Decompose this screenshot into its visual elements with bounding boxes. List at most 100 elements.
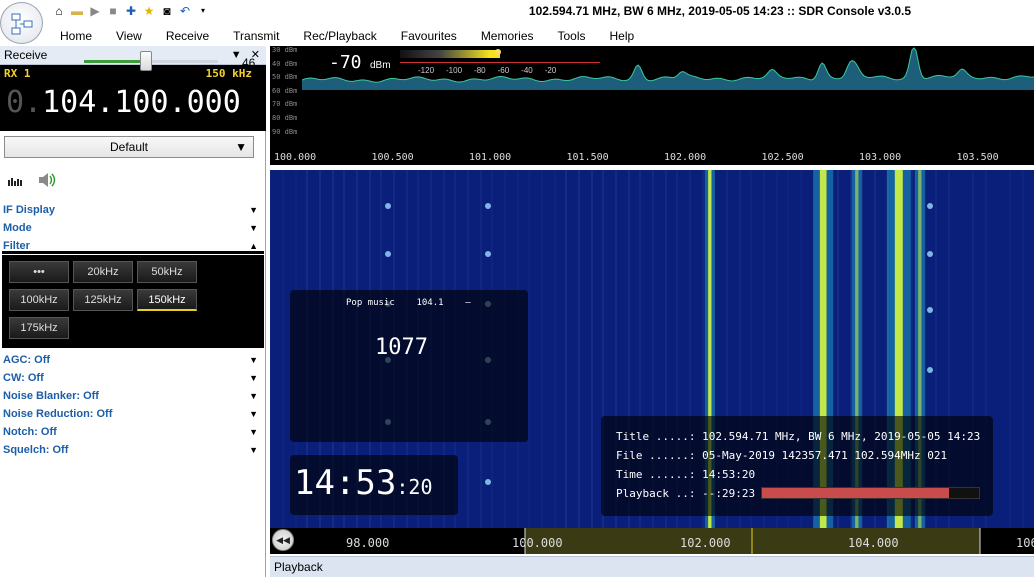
waterfall-blip (385, 251, 391, 257)
waterfall-blip (927, 251, 933, 257)
playback-status-bar: Playback (270, 556, 1034, 577)
playback-value: --:29:23 (702, 487, 756, 500)
playback-progress-bar[interactable] (761, 487, 980, 499)
network-icon (11, 13, 33, 35)
station-name: Pop music (346, 298, 395, 308)
title-value: 102.594.71 MHz, BW 6 MHz, 2019-05-05 14:… (702, 430, 981, 443)
filter-button-175khz[interactable]: 175kHz (9, 317, 69, 339)
receive-panel: Receive ▼ ✕ RX 1 150 kHz 0.104.100.000 D… (0, 46, 266, 577)
panel-menu-icon[interactable]: ▼ (231, 49, 242, 61)
filter-button-grid: ••• 20kHz 50kHz 100kHz 125kHz 150kHz 175kHz (2, 251, 264, 348)
filter-button-20khz[interactable]: 20kHz (73, 261, 133, 283)
section-label: Noise Reduction: Off (3, 408, 113, 420)
title-label: Title .....: (616, 430, 696, 443)
section-noiseblanker[interactable]: Noise Blanker: Off ▼ (0, 387, 264, 405)
time-label: Time ......: (616, 468, 696, 481)
playback-progress-fill (762, 488, 949, 498)
clock-time: 14:53:20 (294, 463, 432, 507)
chevron-down-icon: ▼ (249, 391, 258, 401)
section-label: Notch: Off (3, 426, 57, 438)
dbm-scale-label: 80 dBm (272, 114, 298, 122)
section-filter[interactable]: Filter ▲ (0, 237, 264, 255)
dbm-scale-label: 50 dBm (272, 73, 298, 82)
section-agc[interactable]: AGC: Off ▼ (0, 351, 264, 369)
levels-icon[interactable] (8, 176, 24, 189)
spectrum-line (302, 47, 1034, 83)
section-mode[interactable]: Mode ▼ (0, 219, 264, 237)
application-orb-button[interactable] (0, 2, 43, 44)
menu-memories[interactable]: Memories (469, 27, 546, 45)
clock-hours-minutes: 14:53 (294, 463, 397, 503)
time-row: Time ......: 14:53:20 (616, 468, 755, 481)
rewind-button[interactable]: ◀◀ (272, 529, 294, 551)
waterfall-blip (385, 203, 391, 209)
menu-transmit[interactable]: Transmit (221, 27, 291, 45)
frequency-readout[interactable]: 0.104.100.000 (6, 85, 241, 121)
spectrum-fill (302, 48, 1034, 90)
waterfall-blip (927, 367, 933, 373)
preset-value: Default (109, 140, 149, 154)
section-label: AGC: Off (3, 354, 51, 366)
chevron-down-icon: ▼ (249, 409, 258, 419)
section-cw[interactable]: CW: Off ▼ (0, 369, 264, 387)
menu-receive[interactable]: Receive (154, 27, 221, 45)
filter-button-125khz[interactable]: 125kHz (73, 289, 133, 311)
customize-toolbar-icon[interactable]: ▾ (196, 4, 210, 18)
dbm-scale-label: 30 dBm (272, 46, 298, 54)
home-icon[interactable]: ⌂ (52, 4, 66, 18)
menu-view[interactable]: View (104, 27, 154, 45)
spectrum-axis-label: 103.500 (956, 152, 999, 163)
waterfall-blip (485, 479, 491, 485)
section-label: Mode (3, 222, 32, 234)
preset-dropdown[interactable]: Default ▼ (4, 136, 254, 158)
waterfall-axis-label: 100.000 (512, 536, 563, 550)
receive-panel-title: Receive (4, 48, 48, 62)
menu-tools[interactable]: Tools (546, 27, 598, 45)
menu-recplayback[interactable]: Rec/Playback (291, 27, 388, 45)
section-label: Filter (3, 240, 30, 252)
menu-favourites[interactable]: Favourites (389, 27, 469, 45)
stop-icon[interactable]: ■ (106, 4, 120, 18)
filter-button-150khz[interactable]: 150kHz (137, 289, 197, 311)
speaker-icon[interactable] (38, 172, 56, 191)
volume-value: 46 (242, 56, 256, 70)
waterfall-axis-label: 102.000 (680, 536, 731, 550)
section-label: Noise Blanker: Off (3, 390, 99, 402)
waterfall-axis-label: 104.000 (848, 536, 899, 550)
radio-info-overlay: Pop music 104.1 – 1077 (290, 290, 528, 442)
spectrum-axis-label: 100.500 (371, 152, 414, 163)
filter-button-100khz[interactable]: 100kHz (9, 289, 69, 311)
menu-home[interactable]: Home (48, 27, 104, 45)
add-icon[interactable]: ✚ (124, 4, 138, 18)
section-notch[interactable]: Notch: Off ▼ (0, 423, 264, 441)
folder-icon[interactable]: ▬ (70, 4, 84, 18)
spectrum-axis-label: 103.000 (859, 152, 902, 163)
station-separator: – (465, 298, 471, 308)
volume-row (0, 166, 266, 196)
station-frequency: 104.1 (416, 298, 444, 308)
section-ifdisplay[interactable]: IF Display ▼ (0, 201, 264, 219)
spectrum-axis-label: 102.000 (664, 152, 707, 163)
section-noisereduction[interactable]: Noise Reduction: Off ▼ (0, 405, 264, 423)
section-squelch[interactable]: Squelch: Off ▼ (0, 441, 264, 459)
chevron-down-icon: ▼ (249, 355, 258, 365)
section-label: IF Display (3, 204, 55, 216)
filter-button-50khz[interactable]: 50kHz (137, 261, 197, 283)
volume-slider-fill (84, 60, 146, 63)
menu-help[interactable]: Help (598, 27, 647, 45)
waterfall-frequency-axis[interactable]: 98.000 100.000 102.000 104.000 106 (270, 528, 1034, 554)
play-icon[interactable]: ▶ (88, 4, 102, 18)
playback-row: Playback ..: --:29:23 (616, 487, 755, 500)
undo-icon[interactable]: ↶ (178, 4, 192, 18)
spectrum-axis-label: 101.500 (566, 152, 609, 163)
dbm-scale-label: 70 dBm (272, 100, 298, 109)
playback-label: Playback ..: (616, 487, 696, 500)
star-icon[interactable]: ★ (142, 4, 156, 18)
frequency-display[interactable]: RX 1 150 kHz 0.104.100.000 (0, 65, 266, 131)
filter-button-more[interactable]: ••• (9, 261, 69, 283)
chevron-down-icon: ▼ (249, 427, 258, 437)
frequency-value: 104.100.000 (42, 85, 241, 120)
volume-slider-thumb[interactable] (140, 51, 152, 71)
camera-icon[interactable]: ◙ (160, 4, 174, 18)
frequency-prefix: 0. (6, 85, 43, 120)
